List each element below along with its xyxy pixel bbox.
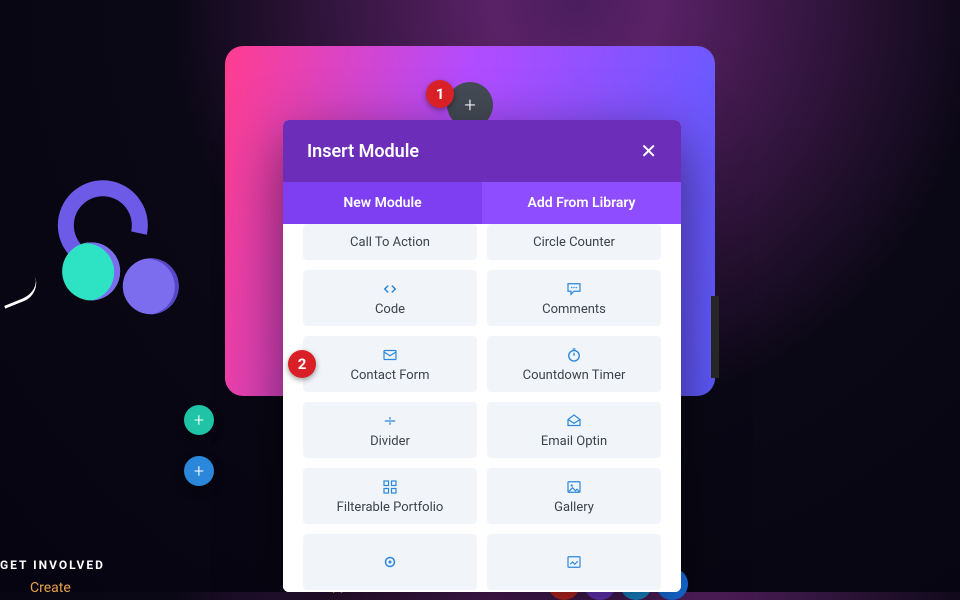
annotation-badge-1: 1 (426, 80, 454, 108)
image-icon (565, 478, 583, 496)
module-label: Email Optin (541, 434, 607, 449)
module-call-to-action[interactable]: Call To Action (303, 224, 477, 260)
module-gallery[interactable]: Gallery (487, 468, 661, 524)
module-contact-form[interactable]: Contact Form (303, 336, 477, 392)
module-label: Circle Counter (533, 235, 615, 250)
add-row-button[interactable]: + (184, 456, 214, 486)
divider-icon (381, 412, 399, 430)
imagebox-icon (565, 553, 583, 571)
plus-icon: + (464, 93, 475, 117)
plus-icon: + (194, 410, 204, 431)
mailopen-icon (565, 412, 583, 430)
tab-new-module[interactable]: New Module (283, 182, 482, 224)
module-email-optin[interactable]: Email Optin (487, 402, 661, 458)
modal-title: Insert Module (307, 141, 419, 162)
card-scrollbar[interactable] (711, 296, 719, 378)
module-label: Contact Form (351, 368, 430, 383)
comment-icon (565, 280, 583, 298)
insert-module-modal: Insert Module ✕ New Module Add From Libr… (283, 120, 681, 592)
module-label: Divider (370, 434, 410, 449)
module-filterable-portfolio[interactable]: Filterable Portfolio (303, 468, 477, 524)
module-code[interactable]: Code (303, 270, 477, 326)
module-label: Countdown Timer (523, 368, 626, 383)
module-label: Code (375, 302, 405, 317)
mail-icon (381, 346, 399, 364)
dot-icon (381, 553, 399, 571)
grid-icon (381, 478, 399, 496)
footer-heading: GET INVOLVED (0, 558, 105, 572)
module-label: Gallery (554, 500, 594, 515)
module-list: Call To Action Circle Counter Code Comments… (283, 224, 681, 592)
modal-header: Insert Module ✕ (283, 120, 681, 182)
module-countdown-timer[interactable]: Countdown Timer (487, 336, 661, 392)
modal-tabs: New Module Add From Library (283, 182, 681, 224)
module-item-11[interactable] (487, 534, 661, 590)
module-label: Comments (542, 302, 606, 317)
module-label: Call To Action (350, 235, 430, 250)
plus-icon: + (194, 461, 204, 482)
headphones-ear-right (119, 255, 182, 318)
tab-add-from-library[interactable]: Add From Library (482, 182, 681, 224)
module-divider[interactable]: Divider (303, 402, 477, 458)
module-circle-counter[interactable]: Circle Counter (487, 224, 661, 260)
timer-icon (565, 346, 583, 364)
footer-link-create[interactable]: Create (30, 580, 71, 596)
code-icon (381, 280, 399, 298)
annotation-badge-2: 2 (288, 350, 316, 378)
headphones-illustration (21, 160, 193, 349)
module-comments[interactable]: Comments (487, 270, 661, 326)
add-section-button[interactable]: + (184, 405, 214, 435)
module-label: Filterable Portfolio (337, 500, 444, 515)
modal-close-button[interactable]: ✕ (640, 139, 657, 163)
module-item-10[interactable] (303, 534, 477, 590)
